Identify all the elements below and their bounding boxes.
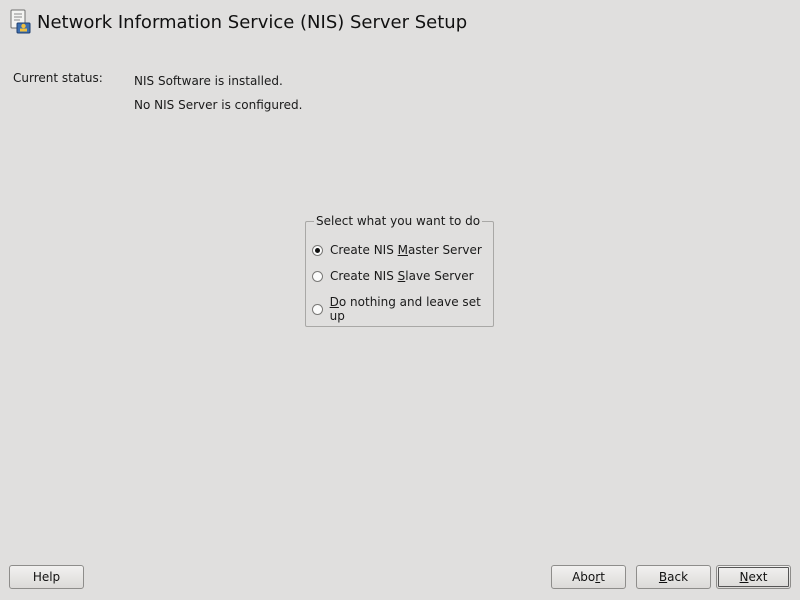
option-create-slave-server[interactable]: Create NIS Slave Server — [312, 269, 474, 283]
radio-do-nothing[interactable] — [312, 303, 323, 315]
option-label[interactable]: Create NIS Master Server — [330, 243, 482, 257]
option-create-master-server[interactable]: Create NIS Master Server — [312, 243, 482, 257]
nis-server-icon — [8, 9, 32, 35]
page-title: Network Information Service (NIS) Server… — [37, 11, 468, 33]
action-selection-group: Select what you want to do Create NIS Ma… — [305, 214, 494, 327]
status-software-installed: NIS Software is installed. — [134, 74, 283, 88]
abort-button[interactable]: Abo r t — [551, 565, 626, 589]
radio-create-slave-server[interactable] — [312, 270, 323, 282]
back-button[interactable]: Back — [636, 565, 711, 589]
status-server-configured: No NIS Server is configured. — [134, 98, 303, 112]
radio-create-master-server[interactable] — [312, 244, 323, 256]
option-label[interactable]: Do nothing and leave set up — [330, 295, 493, 323]
help-button[interactable]: Help — [9, 565, 84, 589]
group-legend: Select what you want to do — [314, 214, 483, 228]
next-button[interactable]: Next — [716, 565, 791, 589]
current-status-label: Current status: — [13, 71, 103, 85]
header: Network Information Service (NIS) Server… — [8, 8, 467, 36]
option-do-nothing[interactable]: Do nothing and leave set up — [312, 295, 493, 323]
nis-server-setup-dialog: Network Information Service (NIS) Server… — [0, 0, 800, 600]
option-label[interactable]: Create NIS Slave Server — [330, 269, 474, 283]
